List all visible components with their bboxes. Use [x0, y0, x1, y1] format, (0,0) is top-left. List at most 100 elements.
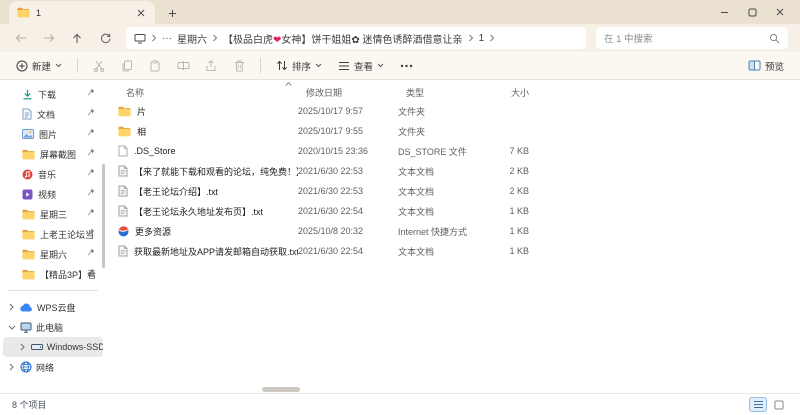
minimize-button[interactable]	[710, 1, 738, 23]
file-row[interactable]: 片 2025/10/17 9:57 文件夹	[118, 101, 800, 121]
paste-button[interactable]	[143, 55, 167, 77]
file-row[interactable]: 获取最新地址及APP请发邮箱自动获取.txt 2021/6/30 22:54 文本文…	[118, 241, 800, 261]
column-headers: 名称 修改日期 类型 大小	[118, 82, 800, 101]
chevron-down-icon[interactable]	[7, 325, 16, 330]
sidebar-item-网络[interactable]: 网络	[0, 357, 106, 377]
sidebar-item-label: 图片	[39, 129, 58, 140]
location-monitor-icon[interactable]	[134, 33, 146, 44]
file-date-modified: 2021/6/30 22:54	[298, 246, 364, 256]
forward-button[interactable]	[36, 27, 62, 49]
maximize-button[interactable]	[738, 1, 766, 23]
sidebar-item-音乐[interactable]: 音乐	[0, 164, 106, 184]
close-button[interactable]	[766, 1, 794, 23]
preview-button[interactable]: 预览	[742, 55, 790, 77]
new-tab-button[interactable]	[165, 6, 179, 20]
delete-button[interactable]	[227, 55, 251, 77]
sidebar-item-label: 上老王论坛当	[40, 229, 95, 240]
file-type: Internet 快捷方式	[398, 226, 468, 237]
breadcrumb-chevron-icon[interactable]	[151, 34, 157, 42]
item-count: 8 个项目	[12, 400, 47, 410]
paste-icon	[149, 59, 161, 72]
rename-button[interactable]	[171, 55, 195, 77]
file-explorer-window: 1 ··· 星期六 【极品白虎❤女神】饼干姐姐✿ 迷情色诱醉酒借意让亲 1 在 1 中…	[0, 0, 800, 415]
sidebar-item-星期三[interactable]: 星期三	[0, 204, 106, 224]
sidebar-item-WPS云盘[interactable]: WPS云盘	[0, 297, 106, 317]
sidebar-item-下载[interactable]: 下载	[0, 84, 106, 104]
column-header-名称[interactable]: 名称	[118, 82, 298, 101]
sidebar-item-【精品3P】看[interactable]: 【精品3P】看	[0, 264, 106, 284]
view-button[interactable]: 查看	[332, 55, 390, 77]
sidebar-item-上老王论坛当[interactable]: 上老王论坛当	[0, 224, 106, 244]
sort-button[interactable]: 排序	[270, 55, 328, 77]
sidebar-item-label: 网络	[36, 362, 55, 373]
chevron-right-icon[interactable]	[18, 343, 27, 351]
sort-ascending-icon	[285, 82, 292, 86]
tab-title: 1	[36, 7, 42, 18]
cut-button[interactable]	[87, 55, 111, 77]
breadcrumb-chevron-icon[interactable]	[212, 34, 218, 42]
breadcrumb-item-saturday[interactable]: 星期六	[177, 31, 207, 46]
drive-icon	[30, 343, 43, 351]
folder-icon	[22, 249, 35, 260]
file-list-pane: 名称 修改日期 类型 大小 片 2025/10/17 9:57 文件夹相 2025/10/1…	[106, 80, 800, 393]
file-date-modified: 2025/10/17 9:55	[298, 126, 364, 136]
this-pc-icon	[20, 322, 32, 333]
file-row[interactable]: 【老王论坛介绍】.txt 2021/6/30 22:53 文本文档 2 KB	[118, 181, 800, 201]
file-row[interactable]: .DS_Store 2020/10/15 23:36 DS_STORE 文件 7 KB	[118, 141, 800, 161]
chevron-down-icon	[315, 63, 322, 68]
sidebar-item-视频[interactable]: 视频	[0, 184, 106, 204]
column-header-label: 名称	[126, 88, 145, 98]
copy-button[interactable]	[115, 55, 139, 77]
sidebar-item-此电脑[interactable]: 此电脑	[0, 317, 106, 337]
file-row[interactable]: 相 2025/10/17 9:55 文件夹	[118, 121, 800, 141]
navigation-bar: ··· 星期六 【极品白虎❤女神】饼干姐姐✿ 迷情色诱醉酒借意让亲 1 在 1 中搜索	[0, 24, 800, 52]
back-button[interactable]	[8, 27, 34, 49]
thumbnail-view-toggle[interactable]	[770, 397, 788, 412]
sidebar-item-图片[interactable]: 图片	[0, 124, 106, 144]
column-header-大小[interactable]: 大小	[483, 84, 533, 101]
breadcrumb-item-subfolder-1[interactable]: 1	[479, 33, 485, 44]
breadcrumb-chevron-icon[interactable]	[489, 34, 495, 42]
folder-icon	[22, 149, 35, 160]
search-box[interactable]: 在 1 中搜索	[596, 27, 788, 49]
breadcrumb-item-overflow[interactable]: ···	[162, 33, 172, 44]
sidebar-item-屏幕截图[interactable]: 屏幕截图	[0, 144, 106, 164]
column-header-修改日期[interactable]: 修改日期	[298, 84, 398, 101]
breadcrumb-chevron-icon[interactable]	[468, 34, 474, 42]
up-button[interactable]	[64, 27, 90, 49]
sidebar-item-星期六[interactable]: 星期六	[0, 244, 106, 264]
refresh-button[interactable]	[92, 27, 118, 49]
chevron-right-icon[interactable]	[7, 363, 16, 371]
file-name: 相	[137, 126, 147, 137]
chevron-right-icon[interactable]	[7, 303, 16, 311]
folder-icon	[22, 229, 35, 240]
new-button[interactable]: 新建	[10, 55, 68, 77]
details-view-toggle[interactable]	[749, 397, 767, 412]
file-date-modified: 2025/10/8 20:32	[298, 226, 364, 236]
file-rows: 片 2025/10/17 9:57 文件夹相 2025/10/17 9:55 文件夹 .D…	[118, 101, 800, 261]
column-header-类型[interactable]: 类型	[398, 84, 483, 101]
pin-icon	[87, 188, 95, 196]
breadcrumb-item-current-folder[interactable]: 【极品白虎❤女神】饼干姐姐✿ 迷情色诱醉酒借意让亲	[223, 31, 463, 46]
more-options-button[interactable]	[394, 55, 418, 77]
sidebar-item-Windows-SSD[interactable]: Windows-SSD	[3, 337, 103, 357]
horizontal-scrollbar-thumb[interactable]	[262, 387, 300, 392]
view-button-label: 查看	[354, 61, 374, 73]
file-row[interactable]: 【来了就能下载和观看的论坛，纯免费！】.txt2021/6/30 22:53 文本…	[118, 161, 800, 181]
file-row[interactable]: 更多资源 2025/10/8 20:32 Internet 快捷方式 1 KB	[118, 221, 800, 241]
sidebar-item-文档[interactable]: 文档	[0, 104, 106, 124]
copy-icon	[121, 60, 133, 72]
sidebar-scrollbar-thumb[interactable]	[102, 164, 105, 268]
explorer-tab[interactable]: 1	[9, 1, 155, 24]
file-row[interactable]: 【老王论坛永久地址发布页】.txt 2021/6/30 22:54 文本文档 1 KB	[118, 201, 800, 221]
status-bar: 8 个项目	[0, 393, 800, 415]
text-file-icon	[118, 185, 128, 197]
new-button-label: 新建	[32, 61, 52, 73]
tab-close-icon[interactable]	[135, 7, 147, 19]
share-button[interactable]	[199, 55, 223, 77]
preview-icon	[748, 60, 761, 71]
videos-icon	[22, 189, 33, 200]
pin-icon	[87, 168, 95, 176]
file-type: DS_STORE 文件	[398, 146, 467, 157]
column-header-label: 大小	[510, 88, 529, 98]
